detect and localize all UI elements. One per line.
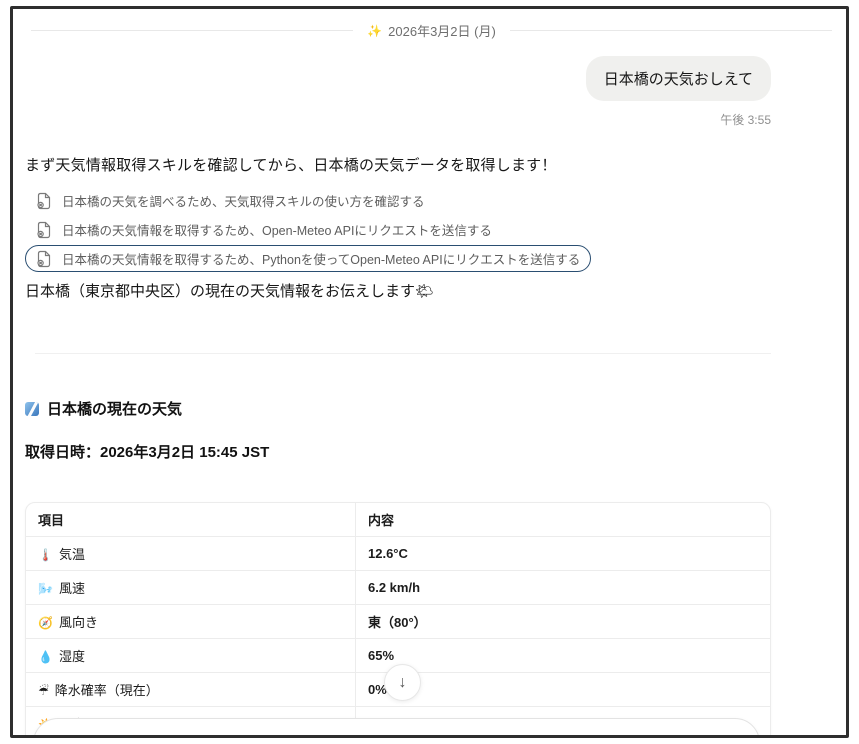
tool-call-row[interactable]: 日本橋の天気情報を取得するため、Pythonを使ってOpen-Meteo API… (25, 245, 591, 272)
row-item-cell: 🌬️ 風速 (26, 571, 356, 605)
file-gear-icon (36, 192, 52, 210)
col-header-item: 項目 (26, 503, 356, 537)
row-item-cell: 🧭 風向き (26, 605, 356, 639)
row-value: 65% (356, 639, 770, 673)
tool-call-label: 日本橋の天気情報を取得するため、Open-Meteo APIにリクエストを送信す… (62, 220, 492, 239)
down-arrow-icon: ↓ (399, 674, 407, 692)
chat-window: ✨ 2026年3月2日 (月) 日本橋の天気おしえて 午後 3:55 まず天気情… (10, 6, 849, 738)
row-item-cell: 🌡️ 気温 (26, 537, 356, 571)
date-separator: ✨ 2026年3月2日 (月) (31, 21, 832, 40)
tool-call-label: 日本橋の天気情報を取得するため、Pythonを使ってOpen-Meteo API… (62, 249, 580, 268)
file-gear-icon (36, 250, 52, 268)
user-message-bubble: 日本橋の天気おしえて (586, 56, 771, 101)
row-icon: 💧 (38, 650, 53, 664)
row-value: 東（80°） (356, 605, 770, 639)
row-item-cell: 💧 湿度 (26, 639, 356, 673)
table-header-row: 項目 内容 (26, 503, 770, 537)
file-gear-icon (36, 221, 52, 239)
row-item-label: 風向き (59, 615, 98, 630)
tool-call-row[interactable]: 日本橋の天気を調べるため、天気取得スキルの使い方を確認する (25, 187, 436, 214)
row-item-cell: ☔ 降水確率（現在） (26, 673, 356, 707)
separator-line (510, 30, 832, 31)
assistant-lead-text: 日本橋（東京都中央区）の現在の天気情報をお伝えします🌤 (25, 280, 771, 301)
table-row: 🧭 風向き 東（80°） (26, 605, 770, 639)
row-icon: 🧭 (38, 616, 53, 630)
row-item-label: 風速 (59, 581, 85, 596)
row-icon: 🌡️ (38, 548, 53, 562)
row-item-label: 気温 (59, 547, 85, 562)
row-icon: ☔ (38, 684, 49, 698)
scroll-to-bottom-button[interactable]: ↓ (384, 664, 421, 701)
table-row: 🌡️ 気温 12.6°C (26, 537, 770, 571)
weather-table-body: 🌡️ 気温 12.6°C 🌬️ 風速 6.2 km/h 🧭 風向き (26, 537, 770, 738)
fetched-at: 取得日時：2026年3月2日 15:45 JST (25, 441, 771, 462)
row-item-label: 湿度 (59, 649, 85, 664)
separator-line (31, 30, 353, 31)
date-label: 2026年3月2日 (月) (388, 21, 496, 40)
row-icon: 🌬️ (38, 582, 53, 596)
col-header-value: 内容 (356, 503, 770, 537)
sparkles-icon: ✨ (367, 24, 382, 38)
assistant-intro-text: まず天気情報取得スキルを確認してから、日本橋の天気データを取得します！ (25, 154, 771, 175)
section-title-label: 日本橋の現在の天気 (47, 398, 182, 419)
table-row: 🌬️ 風速 6.2 km/h (26, 571, 770, 605)
row-value: 6.2 km/h (356, 571, 770, 605)
tool-call-list: 日本橋の天気を調べるため、天気取得スキルの使い方を確認する 日本橋の天気情報を取… (25, 187, 771, 272)
tool-call-row[interactable]: 日本橋の天気情報を取得するため、Open-Meteo APIにリクエストを送信す… (25, 216, 503, 243)
row-value: 12.6°C (356, 537, 770, 571)
message-divider (35, 353, 771, 354)
weather-icon (25, 402, 39, 416)
tool-call-label: 日本橋の天気を調べるため、天気取得スキルの使い方を確認する (62, 191, 425, 210)
message-timestamp: 午後 3:55 (25, 111, 771, 128)
row-item-label: 降水確率（現在） (55, 683, 159, 698)
weather-section-title: 日本橋の現在の天気 (25, 398, 771, 419)
weather-table: 項目 内容 🌡️ 気温 12.6°C 🌬️ 風速 (25, 502, 771, 738)
